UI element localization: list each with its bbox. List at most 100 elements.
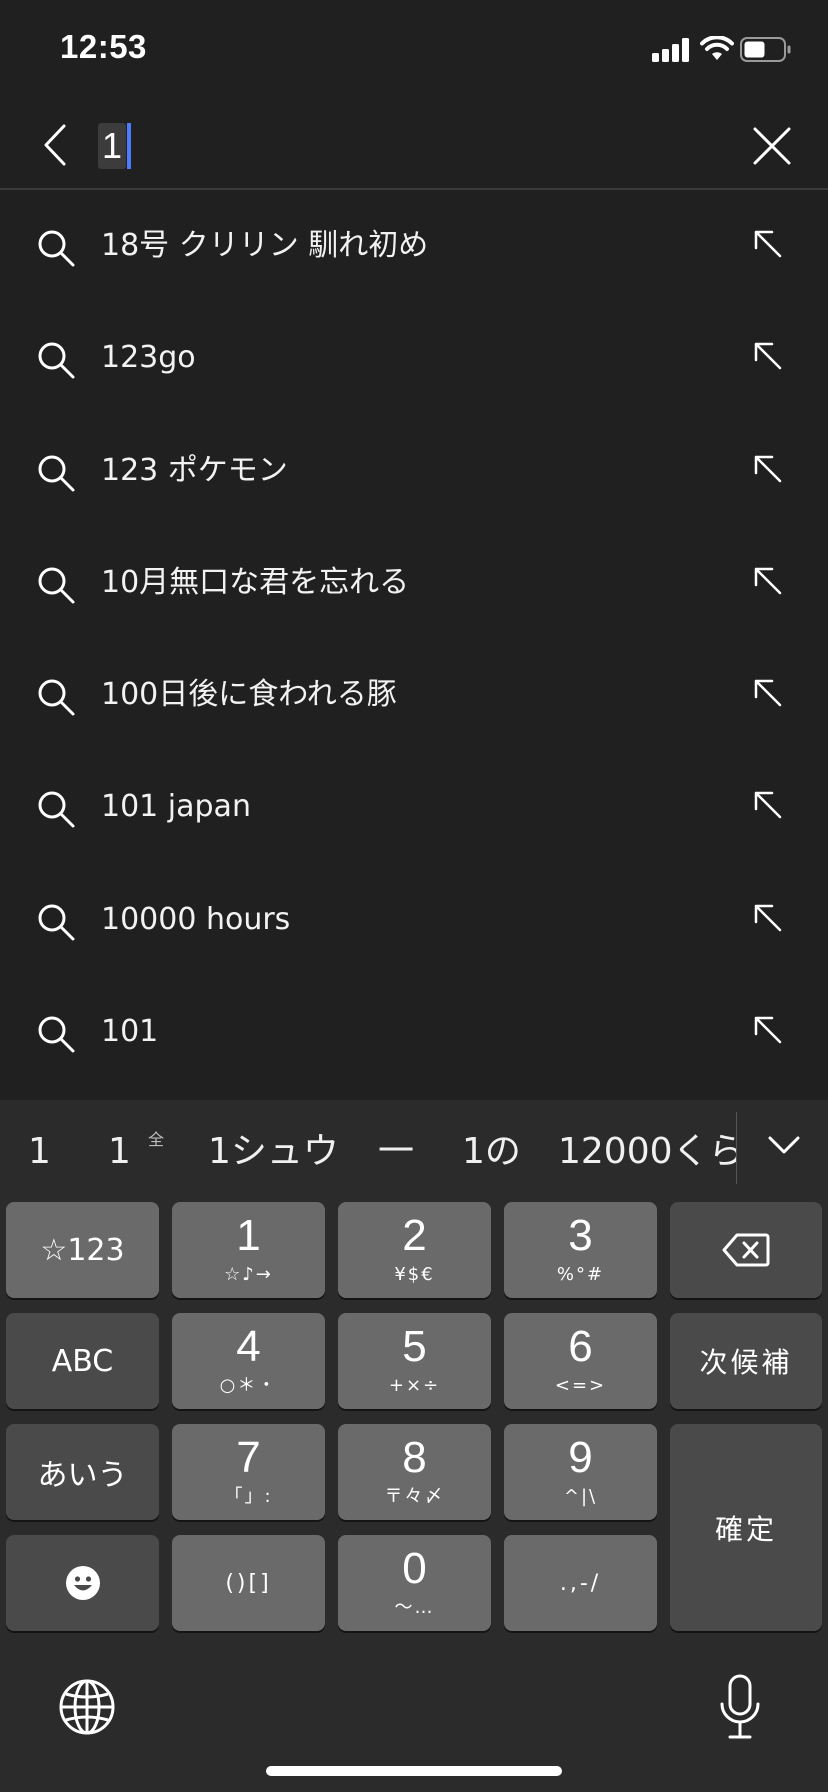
key-1[interactable]: 1 ☆♪→ (172, 1202, 325, 1298)
cellular-signal-icon (652, 38, 690, 62)
key-6-sub: <=> (554, 1375, 607, 1396)
home-indicator (266, 1766, 562, 1776)
key-9[interactable]: 9 ^|\ (504, 1424, 657, 1520)
suggestion-row[interactable]: 10000 hours (0, 864, 828, 976)
suggestion-text: 101 japan (101, 789, 251, 825)
text-caret (127, 123, 132, 169)
kana-key-label: あいう (37, 1458, 128, 1493)
chevron-down-icon[interactable] (766, 1128, 802, 1164)
punctuation-key[interactable]: .,-/ (504, 1535, 657, 1631)
key-0[interactable]: 0 〜… (338, 1535, 491, 1631)
candidate-item[interactable]: 1シュウ (208, 1126, 339, 1178)
candidate-bar: 1 1 全 1シュウ 一 1の 12000くら (0, 1100, 828, 1196)
suggestion-row[interactable]: 123go (0, 302, 828, 414)
key-5[interactable]: 5 +×÷ (338, 1313, 491, 1409)
suggestion-row[interactable]: 123 ポケモン (0, 415, 828, 527)
fill-query-arrow-icon[interactable] (752, 1014, 782, 1044)
japanese-keyboard: 1 1 全 1シュウ 一 1の 12000くら ☆123 1 ☆♪→ 2 ¥$€… (0, 1100, 828, 1792)
search-icon (38, 679, 75, 716)
search-icon (38, 791, 75, 828)
suggestion-row[interactable]: 100日後に食われる豚 (0, 639, 828, 751)
next-candidate-key[interactable]: 次候補 (670, 1313, 822, 1409)
candidate-item[interactable]: 1 (108, 1126, 131, 1178)
key-9-sub: ^|\ (563, 1486, 598, 1507)
key-2-main: 2 (402, 1211, 427, 1260)
key-8-main: 8 (402, 1433, 427, 1482)
status-bar: 12:53 (0, 0, 828, 100)
clear-search-icon[interactable] (752, 126, 792, 166)
search-icon (38, 230, 75, 267)
fill-query-arrow-icon[interactable] (752, 565, 782, 595)
key-0-main: 0 (402, 1544, 427, 1593)
candidate-item[interactable]: 12000くら (558, 1126, 737, 1178)
key-5-sub: +×÷ (388, 1375, 441, 1396)
suggestion-text: 10月無口な君を忘れる (101, 564, 410, 600)
emoji-key[interactable] (6, 1535, 159, 1631)
emoji-icon (65, 1566, 100, 1600)
fill-query-arrow-icon[interactable] (752, 789, 782, 819)
key-0-sub: 〜… (394, 1597, 435, 1618)
key-3-sub: %°# (556, 1264, 605, 1285)
key-4[interactable]: 4 ○＊・ (172, 1313, 325, 1409)
candidate-list: 1 1 全 1シュウ 一 1の 12000くら (0, 1100, 737, 1196)
fill-query-arrow-icon[interactable] (752, 902, 782, 932)
brackets-key[interactable]: ()[] (172, 1535, 325, 1631)
fill-query-arrow-icon[interactable] (752, 228, 782, 258)
suggestion-row[interactable]: 10月無口な君を忘れる (0, 527, 828, 639)
suggestion-text: 18号 クリリン 馴れ初め (101, 228, 429, 263)
key-4-main: 4 (236, 1322, 261, 1371)
key-3[interactable]: 3 %°# (504, 1202, 657, 1298)
globe-icon[interactable] (58, 1678, 116, 1736)
abc-key-label: ABC (51, 1343, 114, 1379)
candidate-item[interactable]: 一 (378, 1126, 414, 1178)
candidate-fullwidth-marker: 全 (148, 1130, 165, 1149)
suggestion-text: 123go (101, 340, 196, 376)
key-4-sub: ○＊・ (219, 1375, 278, 1396)
search-icon (38, 904, 75, 941)
suggestion-list: 18号 クリリン 馴れ初め 123go 123 ポケモン 10月無口な君を忘れる 100… (0, 190, 828, 1088)
punctuation-key-label: .,-/ (559, 1570, 602, 1596)
key-2-sub: ¥$€ (394, 1264, 435, 1285)
backspace-icon (722, 1233, 770, 1267)
search-icon (38, 455, 75, 492)
fill-query-arrow-icon[interactable] (752, 453, 782, 483)
battery-icon (740, 37, 791, 62)
symbols-key-label: ☆123 (40, 1232, 125, 1268)
suggestion-text: 10000 hours (101, 901, 291, 937)
symbols-key[interactable]: ☆123 (6, 1202, 159, 1298)
key-3-main: 3 (568, 1211, 593, 1260)
backspace-key[interactable] (670, 1202, 822, 1298)
search-icon (38, 342, 75, 379)
status-time: 12:53 (60, 28, 147, 65)
suggestion-row[interactable]: 18号 クリリン 馴れ初め (0, 190, 828, 302)
wifi-icon (700, 36, 734, 60)
key-6-main: 6 (568, 1322, 593, 1371)
suggestion-row[interactable]: 101 (0, 976, 828, 1088)
suggestion-text: 100日後に食われる豚 (101, 677, 397, 713)
next-candidate-label: 次候補 (699, 1346, 793, 1379)
candidate-item[interactable]: 1 (28, 1126, 51, 1178)
search-input[interactable]: 1 (98, 122, 132, 170)
candidate-divider (736, 1112, 737, 1184)
kana-key[interactable]: あいう (6, 1424, 159, 1520)
abc-key[interactable]: ABC (6, 1313, 159, 1409)
suggestion-row[interactable]: 101 japan (0, 751, 828, 863)
back-arrow-icon[interactable] (36, 122, 76, 168)
fill-query-arrow-icon[interactable] (752, 340, 782, 370)
key-7[interactable]: 7 「」: (172, 1424, 325, 1520)
fill-query-arrow-icon[interactable] (752, 677, 782, 707)
key-1-sub: ☆♪→ (224, 1264, 273, 1285)
key-8-sub: 〒々〆 (384, 1486, 445, 1507)
key-7-main: 7 (236, 1433, 261, 1482)
search-icon (38, 567, 75, 604)
key-1-main: 1 (236, 1211, 261, 1260)
microphone-icon[interactable] (718, 1674, 762, 1740)
key-8[interactable]: 8 〒々〆 (338, 1424, 491, 1520)
key-6[interactable]: 6 <=> (504, 1313, 657, 1409)
candidate-item[interactable]: 1の (462, 1126, 521, 1178)
key-9-main: 9 (568, 1433, 593, 1482)
confirm-key[interactable]: 確定 (670, 1424, 822, 1631)
confirm-key-label: 確定 (714, 1512, 777, 1546)
key-2[interactable]: 2 ¥$€ (338, 1202, 491, 1298)
key-7-sub: 「」: (224, 1486, 273, 1507)
